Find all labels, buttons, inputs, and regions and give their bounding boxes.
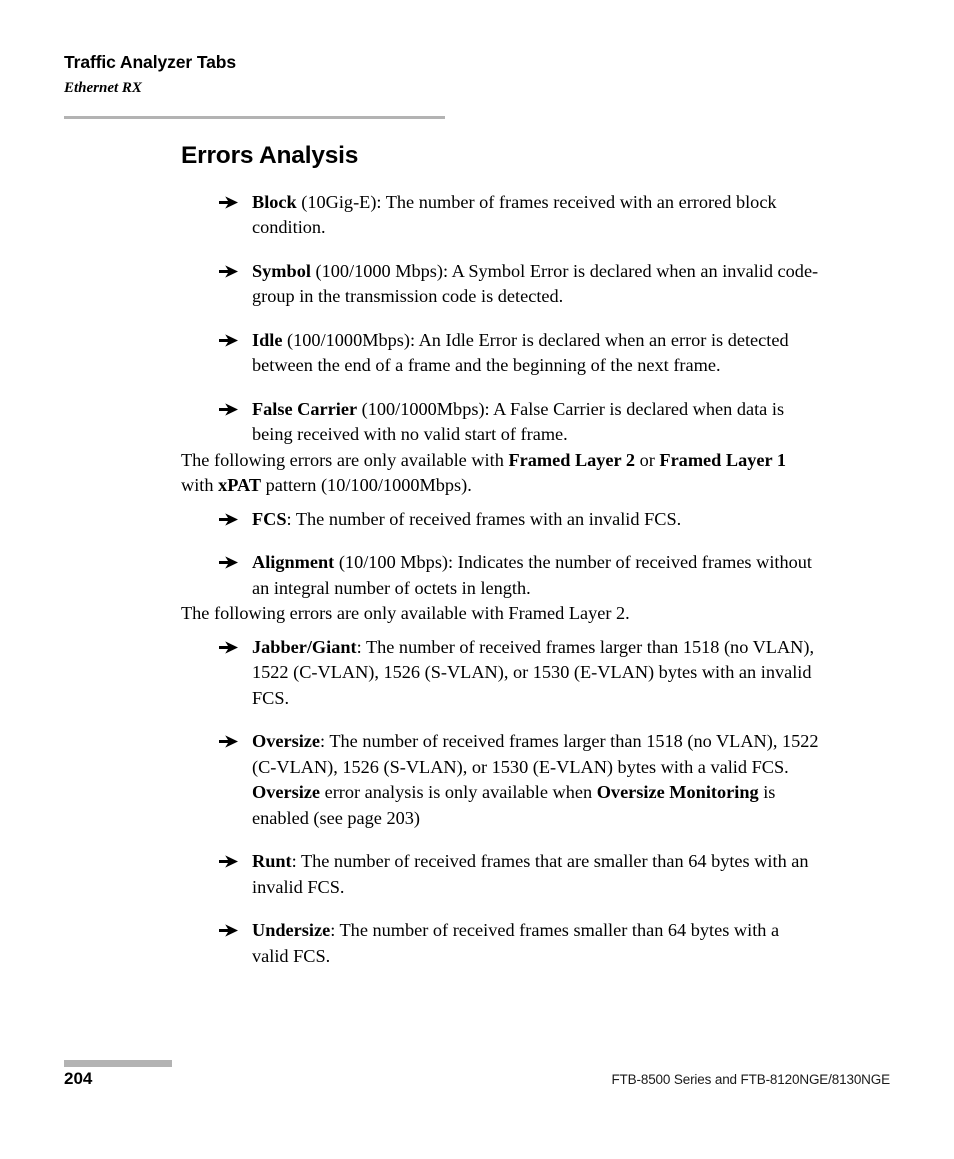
term-description: : The number of received frames larger t… <box>252 731 819 777</box>
term-label: Undersize <box>252 920 331 941</box>
list-item: FCS: The number of received frames with … <box>181 507 819 533</box>
term-label: Alignment <box>252 552 335 573</box>
term-description: : The number of received frames with an … <box>286 508 682 529</box>
list-item: Oversize: The number of received frames … <box>181 729 819 831</box>
list-item: False Carrier (100/1000Mbps): A False Ca… <box>181 397 819 448</box>
term-label: Jabber/Giant <box>252 636 357 657</box>
arrow-bullet-icon <box>219 635 241 660</box>
para-bold-xpat: xPAT <box>218 475 262 496</box>
list-item: Runt: The number of received frames that… <box>181 849 819 900</box>
term-label: Idle <box>252 329 283 350</box>
list-item: Undersize: The number of received frames… <box>181 918 819 969</box>
list-item: Idle (100/1000Mbps): An Idle Error is de… <box>181 328 819 379</box>
term-description: (100/1000Mbps): An Idle Error is declare… <box>252 329 789 376</box>
term-description: (10Gig-E): The number of frames received… <box>252 191 777 238</box>
running-header: Traffic Analyzer Tabs Ethernet RX <box>64 52 446 97</box>
framed-layer-2-paragraph: The following errors are only available … <box>181 603 630 624</box>
arrow-bullet-icon <box>219 259 241 284</box>
term-description: : The number of received frames that are… <box>252 851 809 897</box>
footer-product-note: FTB-8500 Series and FTB-8120NGE/8130NGE <box>611 1072 890 1087</box>
list-item: Block (10Gig-E): The number of frames re… <box>181 190 819 241</box>
page-title: Errors Analysis <box>181 142 359 169</box>
term-label: False Carrier <box>252 398 358 419</box>
errors-list-framed-layer: FCS: The number of received frames with … <box>181 507 819 602</box>
header-divider <box>64 116 445 119</box>
term-label: Oversize <box>252 731 321 752</box>
term-label: Runt <box>252 851 292 872</box>
list-item: Alignment (10/100 Mbps): Indicates the n… <box>181 550 819 601</box>
arrow-bullet-icon <box>219 849 241 874</box>
term-label: FCS <box>252 508 287 529</box>
arrow-bullet-icon <box>219 729 241 754</box>
errors-list-general: Block (10Gig-E): The number of frames re… <box>181 190 819 448</box>
footer-divider <box>64 1060 172 1067</box>
header-title: Traffic Analyzer Tabs <box>64 52 236 72</box>
arrow-bullet-icon <box>219 550 241 575</box>
para-bold-framed-layer-1: Framed Layer 1 <box>659 449 786 470</box>
term-description: (10/100 Mbps): Indicates the number of r… <box>252 552 812 598</box>
document-content: Errors Analysis Block (10Gig-E): The num… <box>181 142 819 970</box>
header-subtitle: Ethernet RX <box>64 80 142 97</box>
term-label: Block <box>252 191 297 212</box>
arrow-bullet-icon <box>219 397 241 422</box>
para-bold-framed-layer-2: Framed Layer 2 <box>508 449 636 470</box>
arrow-bullet-icon <box>219 507 241 532</box>
list-item: Symbol (100/1000 Mbps): A Symbol Error i… <box>181 259 819 310</box>
term-description: (100/1000 Mbps): A Symbol Error is decla… <box>252 260 819 307</box>
arrow-bullet-icon <box>219 918 241 943</box>
para-text: with <box>181 475 219 496</box>
para-text: pattern (10/100/1000Mbps). <box>261 475 472 496</box>
arrow-bullet-icon <box>219 190 241 215</box>
term-bold-oversize: Oversize <box>252 782 321 803</box>
para-text: or <box>635 449 660 470</box>
term-description: error analysis is only available when <box>320 782 597 803</box>
term-bold-oversize-monitoring: Oversize Monitoring <box>596 782 759 803</box>
errors-list-framed-layer-2: Jabber/Giant : The number of received fra… <box>181 635 819 970</box>
list-item: Jabber/Giant: The number of received fra… <box>181 635 819 712</box>
para-text: The following errors are only available … <box>181 449 509 470</box>
framed-layer-paragraph: The following errors are only available … <box>181 448 819 499</box>
term-description: : The number of received frames smaller … <box>252 920 780 966</box>
term-label: Symbol <box>252 260 311 281</box>
arrow-bullet-icon <box>219 328 241 353</box>
